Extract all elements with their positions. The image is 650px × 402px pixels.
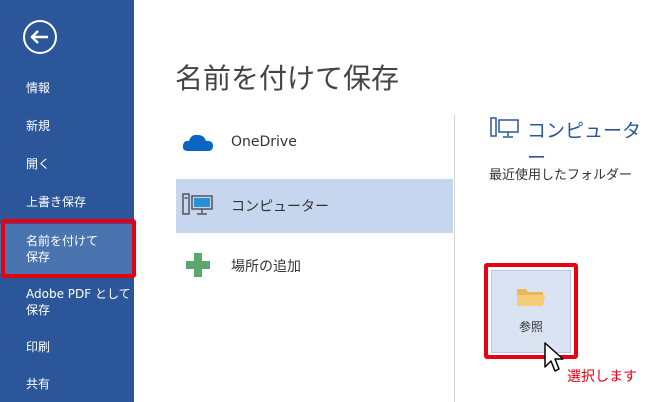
mouse-cursor-icon xyxy=(544,342,564,372)
annotation-callout: 選択します xyxy=(567,369,637,385)
sidebar-item-print[interactable]: 印刷 xyxy=(0,339,134,355)
sidebar-item-open[interactable]: 開く xyxy=(0,156,134,172)
back-arrow-icon[interactable] xyxy=(22,19,58,55)
place-label: コンピューター xyxy=(231,199,329,215)
sidebar-item-info[interactable]: 情報 xyxy=(0,80,134,96)
place-add-location[interactable]: 場所の追加 xyxy=(176,239,453,293)
place-computer[interactable]: コンピューター xyxy=(176,179,453,233)
browse-label: 参照 xyxy=(518,320,543,334)
sidebar-item-save-as-pdf[interactable]: Adobe PDF として 保存 xyxy=(0,286,134,318)
computer-icon xyxy=(490,117,519,138)
cloud-icon xyxy=(182,134,213,151)
panel-divider xyxy=(454,115,455,402)
section-header-computer: コンピューター xyxy=(527,120,642,169)
sidebar-item-save[interactable]: 上書き保存 xyxy=(0,194,134,210)
sidebar-item-new[interactable]: 新規 xyxy=(0,118,134,134)
plus-icon xyxy=(186,253,210,277)
place-label: 場所の追加 xyxy=(231,259,301,275)
recent-folders-label: 最近使用したフォルダー xyxy=(489,168,633,183)
place-onedrive[interactable]: OneDrive xyxy=(176,117,453,171)
sidebar-item-share[interactable]: 共有 xyxy=(0,376,134,392)
place-label: OneDrive xyxy=(231,134,297,150)
backstage-sidebar: 情報 新規 開く 上書き保存 名前を付けて 保存 Adobe PDF として 保… xyxy=(0,0,134,402)
sidebar-item-save-as[interactable]: 名前を付けて 保存 xyxy=(0,224,134,274)
page-title: 名前を付けて保存 xyxy=(175,62,400,95)
computer-icon xyxy=(182,193,213,215)
folder-icon xyxy=(517,289,545,306)
